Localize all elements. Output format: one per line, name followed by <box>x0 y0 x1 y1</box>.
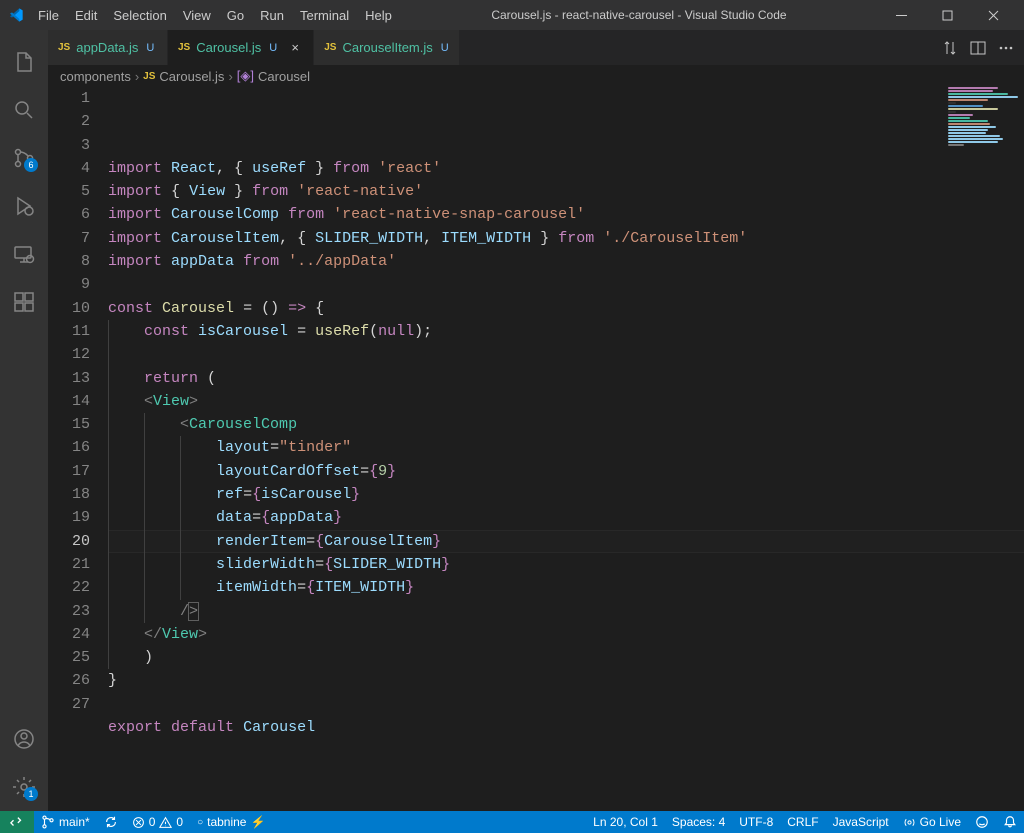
menu-bar: File Edit Selection View Go Run Terminal… <box>30 0 400 30</box>
warning-count: 0 <box>176 815 183 829</box>
vscode-logo-icon <box>8 7 24 23</box>
notifications-icon[interactable] <box>996 815 1024 829</box>
go-live-label: Go Live <box>920 815 961 829</box>
source-control-badge: 6 <box>24 158 38 172</box>
sync-button[interactable] <box>97 811 125 833</box>
menu-edit[interactable]: Edit <box>67 0 105 30</box>
remote-explorer-icon[interactable] <box>0 230 48 278</box>
run-debug-icon[interactable] <box>0 182 48 230</box>
chevron-right-icon: › <box>135 69 139 84</box>
tab-appdata[interactable]: JS appData.js U <box>48 30 168 65</box>
tab-carousel[interactable]: JS Carousel.js U × <box>168 30 314 65</box>
breadcrumb-file[interactable]: Carousel.js <box>159 69 224 84</box>
chevron-right-icon: › <box>228 69 232 84</box>
feedback-icon[interactable] <box>968 815 996 829</box>
menu-file[interactable]: File <box>30 0 67 30</box>
settings-badge: 1 <box>24 787 38 801</box>
minimap[interactable] <box>944 87 1024 147</box>
menu-selection[interactable]: Selection <box>105 0 174 30</box>
accounts-icon[interactable] <box>0 715 48 763</box>
editor-group: JS appData.js U JS Carousel.js U × JS Ca… <box>48 30 1024 811</box>
cursor-position[interactable]: Ln 20, Col 1 <box>586 815 665 829</box>
menu-help[interactable]: Help <box>357 0 400 30</box>
indentation[interactable]: Spaces: 4 <box>665 815 732 829</box>
search-icon[interactable] <box>0 86 48 134</box>
line-number-gutter: 1234567891011121314151617181920212223242… <box>48 87 108 811</box>
menu-terminal[interactable]: Terminal <box>292 0 357 30</box>
window-title: Carousel.js - react-native-carousel - Vi… <box>400 8 878 22</box>
git-branch[interactable]: main* <box>34 811 97 833</box>
remote-indicator[interactable] <box>0 811 34 833</box>
tabnine-label: tabnine <box>207 815 246 829</box>
more-actions-icon[interactable] <box>998 40 1014 56</box>
tab-label: appData.js <box>76 40 138 55</box>
branch-name: main* <box>59 815 90 829</box>
maximize-button[interactable] <box>924 0 970 30</box>
menu-go[interactable]: Go <box>219 0 252 30</box>
breadcrumb[interactable]: components › JS Carousel.js › [◈] Carous… <box>48 65 1024 87</box>
explorer-icon[interactable] <box>0 38 48 86</box>
settings-gear-icon[interactable]: 1 <box>0 763 48 811</box>
tab-carouselitem[interactable]: JS CarouselItem.js U <box>314 30 460 65</box>
js-file-icon: JS <box>143 71 155 82</box>
js-file-icon: JS <box>324 42 336 53</box>
tabs-row: JS appData.js U JS Carousel.js U × JS Ca… <box>48 30 1024 65</box>
error-count: 0 <box>149 815 156 829</box>
close-window-button[interactable] <box>970 0 1016 30</box>
go-live[interactable]: Go Live <box>896 815 968 829</box>
source-control-icon[interactable]: 6 <box>0 134 48 182</box>
code-editor[interactable]: 1234567891011121314151617181920212223242… <box>48 87 1024 811</box>
extensions-icon[interactable] <box>0 278 48 326</box>
tab-label: CarouselItem.js <box>342 40 432 55</box>
language-mode[interactable]: JavaScript <box>826 815 896 829</box>
symbol-variable-icon: [◈] <box>237 68 254 84</box>
menu-view[interactable]: View <box>175 0 219 30</box>
modified-indicator: U <box>269 42 277 54</box>
compare-changes-icon[interactable] <box>942 40 958 56</box>
minimize-button[interactable] <box>878 0 924 30</box>
problems-indicator[interactable]: 0 0 <box>125 811 190 833</box>
js-file-icon: JS <box>178 42 190 53</box>
tabnine-status[interactable]: ○ tabnine ⚡ <box>190 811 272 833</box>
title-bar: File Edit Selection View Go Run Terminal… <box>0 0 1024 30</box>
menu-run[interactable]: Run <box>252 0 292 30</box>
activity-bar: 6 1 <box>0 30 48 811</box>
split-editor-icon[interactable] <box>970 40 986 56</box>
code-content[interactable]: import React, { useRef } from 'react'imp… <box>108 87 1024 811</box>
close-tab-icon[interactable]: × <box>287 40 303 55</box>
breadcrumb-symbol[interactable]: Carousel <box>258 69 310 84</box>
window-controls <box>878 0 1016 30</box>
modified-indicator: U <box>146 42 154 54</box>
js-file-icon: JS <box>58 42 70 53</box>
eol[interactable]: CRLF <box>780 815 825 829</box>
tabs-actions <box>932 30 1024 65</box>
tab-label: Carousel.js <box>196 40 261 55</box>
breadcrumb-folder[interactable]: components <box>60 69 131 84</box>
status-bar: main* 0 0 ○ tabnine ⚡ Ln 20, Col 1 Space… <box>0 811 1024 833</box>
modified-indicator: U <box>441 42 449 54</box>
encoding[interactable]: UTF-8 <box>732 815 780 829</box>
